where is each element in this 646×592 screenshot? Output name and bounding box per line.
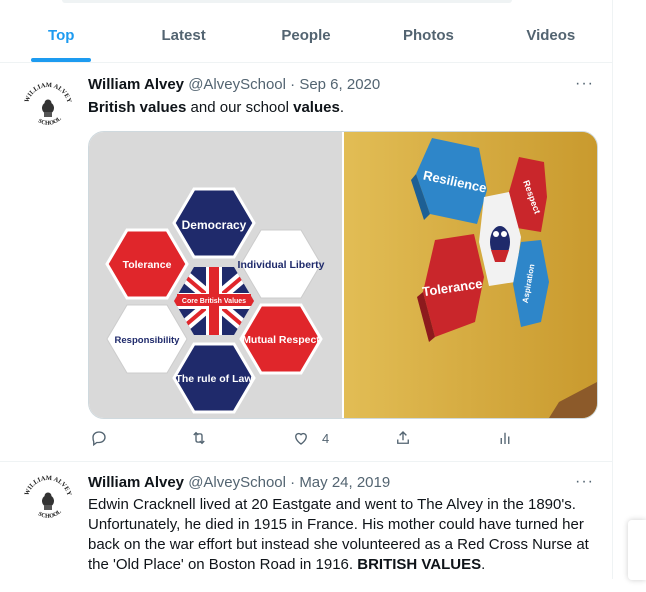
like-button[interactable]: 4 xyxy=(292,429,329,447)
tab-label: Latest xyxy=(161,26,206,44)
text-line: back on the war effort but instead she v… xyxy=(88,536,589,553)
tab-label: Top xyxy=(48,26,75,44)
active-tab-indicator xyxy=(31,58,92,62)
retweet-icon xyxy=(193,431,205,445)
text-line: Edwin Cracknell lived at 20 Eastgate and… xyxy=(88,496,576,513)
side-panel-edge xyxy=(628,520,646,580)
like-count: 4 xyxy=(322,430,330,446)
tab-label: Videos xyxy=(526,26,576,44)
tweet-header: William Alvey @AlveySchool · Sep 6, 2020 xyxy=(88,76,380,93)
svg-text:Core British Values: Core British Values xyxy=(182,298,246,305)
tweet-date[interactable]: Sep 6, 2020 xyxy=(299,76,380,93)
author-name[interactable]: William Alvey xyxy=(88,474,184,491)
text-plain: and our school xyxy=(186,99,294,116)
tweet[interactable]: WILLIAM ALVEY SCHOOL William Alvey @Alve… xyxy=(0,462,612,592)
share-button[interactable] xyxy=(394,429,412,447)
separator: · xyxy=(285,474,300,491)
text-bold: values xyxy=(293,99,340,116)
tweet-date[interactable]: May 24, 2019 xyxy=(299,474,390,491)
search-bar-edge xyxy=(62,0,512,3)
text-line: the 'Old Place' on Boston Road in 1916. … xyxy=(88,555,598,575)
heart-icon xyxy=(295,432,307,445)
tweet-header: William Alvey @AlveySchool · May 24, 201… xyxy=(88,474,390,491)
author-handle[interactable]: @AlveySchool xyxy=(188,76,286,93)
retweet-button[interactable] xyxy=(190,429,208,447)
tab-photos[interactable]: Photos xyxy=(367,8,489,62)
svg-text:Individual Liberty: Individual Liberty xyxy=(238,259,325,271)
tweet-media[interactable]: Democracy Individual Liberty Mutual Resp… xyxy=(88,131,598,419)
tab-label: Photos xyxy=(403,26,454,44)
tweet-text: British values and our school values. xyxy=(88,98,598,118)
tab-people[interactable]: People xyxy=(245,8,367,62)
svg-text:Responsibility: Responsibility xyxy=(115,335,181,346)
svg-text:The rule of Law: The rule of Law xyxy=(175,373,253,385)
avatar[interactable]: WILLIAM ALVEY SCHOOL xyxy=(22,81,74,133)
tab-videos[interactable]: Videos xyxy=(490,8,612,62)
avatar[interactable]: WILLIAM ALVEY SCHOOL xyxy=(22,474,74,526)
tweet[interactable]: WILLIAM ALVEY SCHOOL William Alvey @Alve… xyxy=(0,63,612,462)
svg-text:SCHOOL: SCHOOL xyxy=(37,509,63,520)
svg-text:Democracy: Democracy xyxy=(182,218,247,232)
school-crest-icon: WILLIAM ALVEY SCHOOL xyxy=(23,475,72,520)
author-handle[interactable]: @AlveySchool xyxy=(188,474,286,491)
search-tabs: Top Latest People Photos Videos xyxy=(0,8,612,63)
share-icon xyxy=(397,431,409,444)
analytics-icon xyxy=(500,432,510,444)
text-bold: BRITISH VALUES xyxy=(357,556,482,573)
svg-text:Tolerance: Tolerance xyxy=(123,259,172,271)
more-options-icon[interactable]: ··· xyxy=(575,473,594,491)
text-plain: . xyxy=(481,556,486,573)
school-crest-icon: WILLIAM ALVEY SCHOOL xyxy=(23,82,72,127)
timeline-column: Top Latest People Photos Videos WILLIAM … xyxy=(0,0,613,579)
tab-label: People xyxy=(281,26,331,44)
reply-button[interactable] xyxy=(90,429,108,447)
text-line: Unfortunately, he died in 1915 in France… xyxy=(88,516,584,533)
svg-text:Mutual Respect: Mutual Respect xyxy=(242,334,320,346)
separator: · xyxy=(285,76,300,93)
author-name[interactable]: William Alvey xyxy=(88,76,184,93)
svg-text:SCHOOL: SCHOOL xyxy=(37,116,63,127)
reply-icon xyxy=(92,431,106,447)
text-plain: . xyxy=(339,99,344,116)
text-bold: British values xyxy=(88,99,187,116)
more-options-icon[interactable]: ··· xyxy=(575,75,594,93)
media-image: Democracy Individual Liberty Mutual Resp… xyxy=(89,132,597,418)
tab-top[interactable]: Top xyxy=(0,8,122,62)
tweet-text: Edwin Cracknell lived at 20 Eastgate and… xyxy=(88,495,598,575)
analytics-button[interactable] xyxy=(496,429,514,447)
tab-latest[interactable]: Latest xyxy=(122,8,244,62)
tweet-actions: 4 xyxy=(88,429,558,453)
text-plain: the 'Old Place' on Boston Road in 1916. xyxy=(88,556,358,573)
